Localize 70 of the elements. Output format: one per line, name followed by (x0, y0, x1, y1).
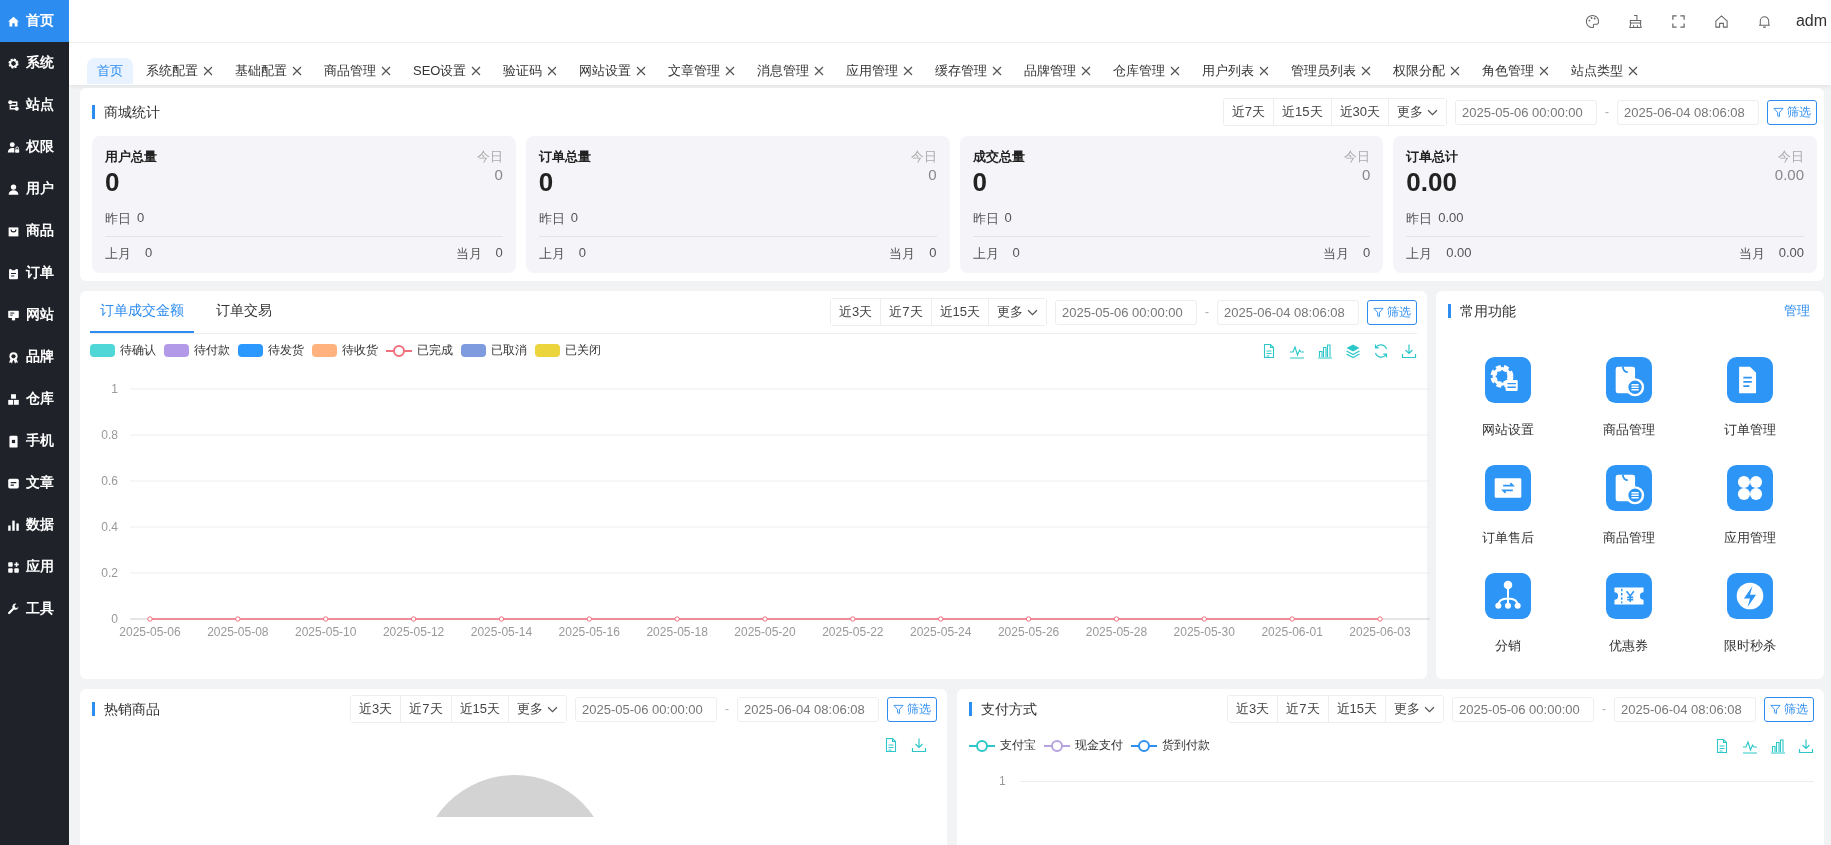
today-value: 0 (1361, 166, 1371, 183)
this-month-value: 0 (1363, 245, 1371, 262)
x-axis-label: 2025-05-22 (822, 625, 884, 639)
x-axis-label: 2025-05-10 (295, 625, 357, 639)
last-month-label: 上月 (1406, 245, 1433, 263)
section-title: 热销商品 (92, 702, 160, 716)
x-axis-label: 2025-05-16 (558, 625, 620, 639)
last-month-value: 0 (1012, 245, 1020, 262)
today-value: 0 (494, 166, 503, 183)
this-month-value: 0.00 (1778, 245, 1804, 262)
x-axis-label: 2025-05-30 (1173, 625, 1235, 639)
last-month-label: 上月 (105, 245, 131, 263)
section-title: 商城统计 (92, 105, 160, 119)
today-label: 今日 (910, 148, 937, 166)
card-value: 0 (538, 166, 554, 198)
y-axis-label: 1 (111, 382, 118, 396)
x-axis-label: 2025-06-01 (1261, 625, 1323, 639)
this-month-value: 0 (495, 245, 503, 262)
x-axis-label: 2025-05-18 (646, 625, 708, 639)
last-month-value: 0 (578, 245, 586, 262)
yesterday-value: 0 (137, 210, 145, 227)
today-label: 今日 (476, 148, 503, 166)
card-title: 成交总量 (972, 148, 1025, 166)
x-axis-label: 2025-06-03 (1349, 625, 1411, 639)
today-value: 0 (928, 166, 937, 183)
date-separator: - (1605, 105, 1609, 119)
last-month-label: 上月 (972, 245, 999, 263)
today-label: 今日 (1344, 148, 1371, 166)
x-axis-label: 2025-05-20 (734, 625, 796, 639)
y-axis-label: 0 (111, 612, 118, 626)
y-axis-label: 0.4 (101, 520, 118, 534)
x-axis-label: 2025-05-28 (1085, 625, 1148, 639)
card-value: 0 (105, 166, 120, 198)
date-separator: - (1602, 702, 1606, 716)
last-month-label: 上月 (538, 245, 565, 263)
card-value: 0.00 (1406, 166, 1457, 198)
section-title: 常用功能 (1448, 304, 1516, 318)
x-axis-label: 2025-05-24 (910, 625, 972, 639)
y-axis-label: 0.2 (101, 566, 118, 580)
x-axis-label: 2025-05-06 (119, 625, 181, 639)
this-month-value: 0 (929, 245, 937, 262)
this-month-label: 当月 (889, 245, 916, 263)
yesterday-label: 昨日 (538, 210, 565, 228)
today-label: 今日 (1778, 148, 1804, 166)
card-title: 订单总计 (1406, 148, 1459, 166)
this-month-label: 当月 (1738, 245, 1765, 263)
yesterday-label: 昨日 (1406, 210, 1433, 228)
yesterday-value: 0.00 (1438, 210, 1464, 227)
yesterday-value: 0 (1004, 210, 1012, 227)
yesterday-label: 昨日 (972, 210, 999, 228)
y-axis-label: 0.8 (101, 428, 118, 442)
date-separator: - (1205, 305, 1209, 319)
card-title: 用户总量 (105, 148, 157, 166)
this-month-label: 当月 (1323, 245, 1349, 263)
today-value: 0.00 (1774, 166, 1804, 183)
this-month-label: 当月 (455, 245, 482, 263)
x-axis-label: 2025-05-12 (382, 625, 445, 639)
x-axis-label: 2025-05-08 (207, 625, 269, 639)
x-axis-label: 2025-05-14 (470, 625, 533, 639)
y-axis-label: 0.6 (101, 474, 118, 488)
date-separator: - (725, 702, 729, 716)
card-value: 0 (972, 166, 987, 198)
last-month-value: 0 (145, 245, 153, 262)
section-title: 支付方式 (969, 702, 1037, 716)
last-month-value: 0.00 (1446, 245, 1472, 262)
y-axis-label: 1 (999, 774, 1006, 788)
x-axis-label: 2025-05-26 (997, 625, 1060, 639)
yesterday-label: 昨日 (105, 210, 131, 228)
card-title: 订单总量 (538, 148, 591, 166)
yesterday-value: 0 (570, 210, 578, 227)
